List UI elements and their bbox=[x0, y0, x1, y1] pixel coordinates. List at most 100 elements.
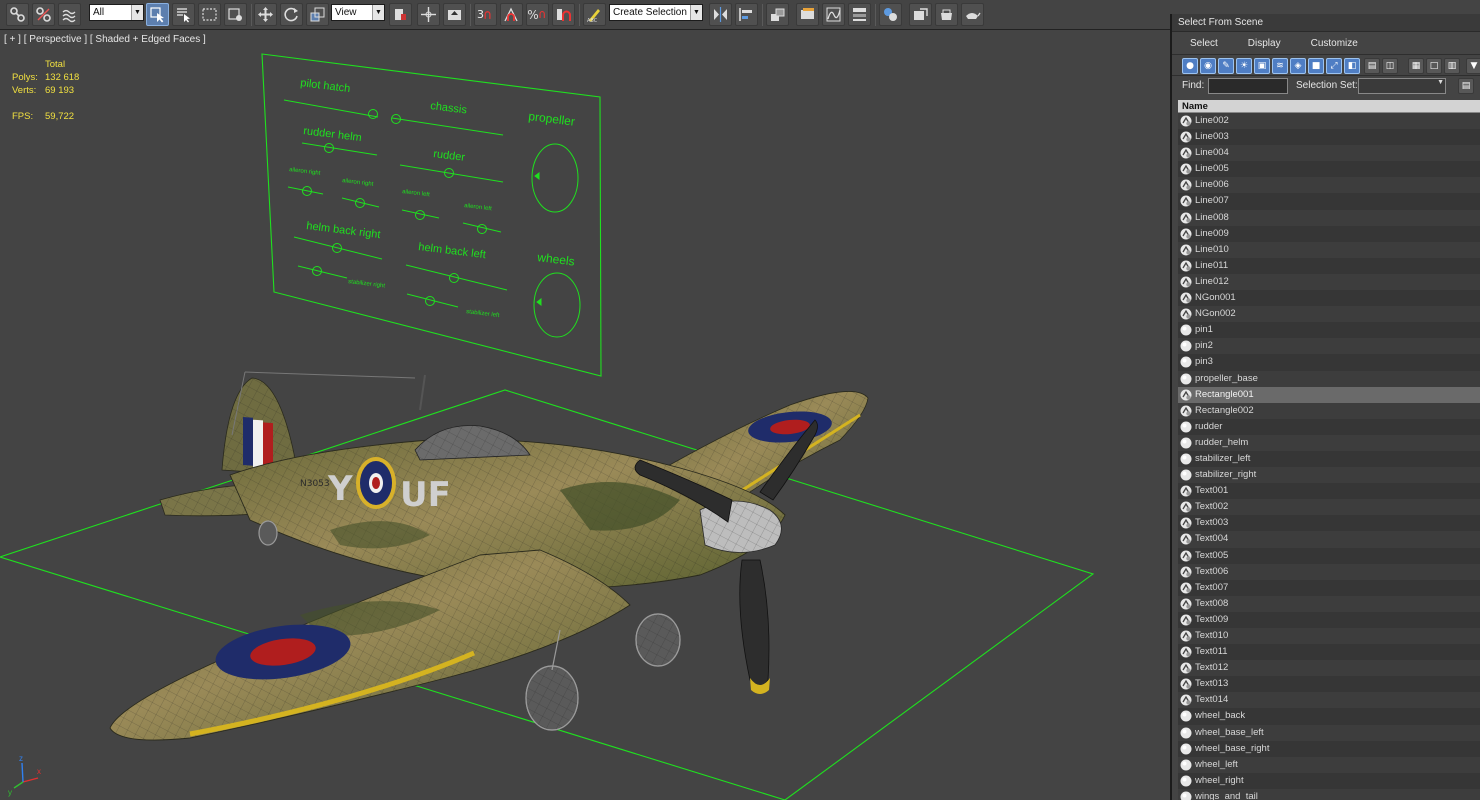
list-item[interactable]: Rectangle001 bbox=[1178, 386, 1480, 403]
list-item[interactable]: rudder bbox=[1178, 418, 1480, 435]
mirror-icon[interactable] bbox=[709, 3, 732, 26]
selection-set-dropdown[interactable]: ▼ bbox=[1358, 78, 1446, 94]
menu-customize[interactable]: Customize bbox=[1295, 38, 1372, 49]
list-item[interactable]: Line009 bbox=[1178, 225, 1480, 242]
list-item[interactable]: wheel_base_right bbox=[1178, 740, 1480, 757]
list-item[interactable]: Text006 bbox=[1178, 563, 1480, 580]
list-item[interactable]: Text013 bbox=[1178, 676, 1480, 693]
list-item[interactable]: Line010 bbox=[1178, 241, 1480, 258]
list-item[interactable]: wheel_left bbox=[1178, 756, 1480, 773]
list-item[interactable]: propeller_base bbox=[1178, 370, 1480, 387]
rectangular-selection-region-icon[interactable] bbox=[198, 3, 221, 26]
select-and-rotate-icon[interactable] bbox=[280, 3, 303, 26]
align-icon[interactable] bbox=[735, 3, 758, 26]
list-item[interactable]: pin3 bbox=[1178, 354, 1480, 371]
list-item[interactable]: Text014 bbox=[1178, 692, 1480, 709]
select-object-icon[interactable] bbox=[146, 3, 169, 26]
list-item[interactable]: Text001 bbox=[1178, 483, 1480, 500]
display-bones-icon[interactable]: ◧ bbox=[1344, 58, 1360, 74]
window-crossing-icon[interactable] bbox=[224, 3, 247, 26]
select-and-move-icon[interactable] bbox=[254, 3, 277, 26]
list-item[interactable]: Line004 bbox=[1178, 145, 1480, 162]
list-item[interactable]: stabilizer_left bbox=[1178, 450, 1480, 468]
edit-named-selection-sets-icon[interactable]: ABC bbox=[583, 3, 606, 26]
select-and-link-icon[interactable] bbox=[6, 3, 29, 26]
list-item[interactable]: NGon001 bbox=[1178, 290, 1480, 307]
list-item[interactable]: wheel_right bbox=[1178, 772, 1480, 789]
display-all-icon[interactable]: ▦ bbox=[1408, 58, 1424, 74]
display-geometry-icon[interactable]: ◉ bbox=[1200, 58, 1216, 74]
list-item[interactable]: Text007 bbox=[1178, 579, 1480, 596]
select-by-name-icon[interactable] bbox=[172, 3, 195, 26]
curve-editor-icon[interactable] bbox=[822, 3, 845, 26]
display-none-icon[interactable]: ● bbox=[1182, 58, 1198, 74]
percent-snap-toggle-icon[interactable]: % bbox=[526, 3, 549, 26]
menu-select[interactable]: Select bbox=[1176, 38, 1232, 49]
select-and-manipulate-icon[interactable] bbox=[417, 3, 440, 26]
list-item[interactable]: rudder_helm bbox=[1178, 434, 1480, 451]
snaps-toggle-icon[interactable]: 3 bbox=[474, 3, 497, 26]
list-item[interactable]: Line012 bbox=[1178, 273, 1480, 291]
display-lights-icon[interactable]: ☀ bbox=[1236, 58, 1252, 74]
find-input[interactable] bbox=[1208, 78, 1288, 94]
display-cameras-icon[interactable]: ▣ bbox=[1254, 58, 1270, 74]
list-item[interactable]: Line005 bbox=[1178, 161, 1480, 178]
list-item[interactable]: pin1 bbox=[1178, 322, 1480, 339]
display-shapes-icon[interactable]: ✎ bbox=[1218, 58, 1234, 74]
list-item[interactable]: Rectangle002 bbox=[1178, 402, 1480, 419]
list-item[interactable]: Text002 bbox=[1178, 499, 1480, 516]
use-pivot-point-center-icon[interactable] bbox=[389, 3, 412, 26]
display-space-warps-icon[interactable]: ◈ bbox=[1290, 58, 1306, 74]
display-none-toggle-icon[interactable]: □ bbox=[1426, 58, 1442, 74]
list-item[interactable]: Text009 bbox=[1178, 611, 1480, 628]
list-item[interactable]: Text012 bbox=[1178, 660, 1480, 677]
select-and-scale-icon[interactable] bbox=[306, 3, 329, 26]
list-item[interactable]: Text011 bbox=[1178, 644, 1480, 661]
keyboard-shortcut-override-icon[interactable] bbox=[443, 3, 466, 26]
display-groups-icon[interactable]: ■ bbox=[1308, 58, 1324, 74]
list-item[interactable]: stabilizer_right bbox=[1178, 467, 1480, 484]
spinner-snap-toggle-icon[interactable] bbox=[552, 3, 575, 26]
invert-display-icon[interactable]: ▥ bbox=[1444, 58, 1460, 74]
list-item[interactable]: Text008 bbox=[1178, 595, 1480, 612]
list-item[interactable]: Text003 bbox=[1178, 515, 1480, 532]
render-setup-icon[interactable] bbox=[909, 3, 932, 26]
list-item[interactable]: NGon002 bbox=[1178, 306, 1480, 323]
display-frozen-icon[interactable]: ◫ bbox=[1382, 58, 1398, 74]
perspective-viewport[interactable]: pilot hatch chassis propeller rudder hel… bbox=[0, 30, 1170, 800]
selection-set-options-icon[interactable]: ▤ bbox=[1458, 78, 1474, 94]
list-item[interactable]: Line007 bbox=[1178, 193, 1480, 210]
list-item[interactable]: wheel_base_left bbox=[1178, 724, 1480, 741]
list-item[interactable]: Line003 bbox=[1178, 129, 1480, 146]
dialog-title[interactable]: Select From Scene bbox=[1172, 14, 1480, 32]
display-helpers-icon[interactable]: ≋ bbox=[1272, 58, 1288, 74]
list-item[interactable]: wheel_back bbox=[1178, 708, 1480, 725]
list-item[interactable]: Line002 bbox=[1178, 113, 1480, 130]
list-item[interactable]: pin2 bbox=[1178, 338, 1480, 355]
display-containers-icon[interactable]: ▤ bbox=[1364, 58, 1380, 74]
list-item[interactable]: wings_and_tail bbox=[1178, 788, 1480, 800]
list-item[interactable]: Line008 bbox=[1178, 209, 1480, 226]
list-item[interactable]: Text010 bbox=[1178, 628, 1480, 645]
angle-snap-toggle-icon[interactable] bbox=[500, 3, 523, 26]
named-selection-sets-dropdown[interactable]: Create Selection Se ▼ bbox=[609, 4, 703, 21]
list-item[interactable]: Text004 bbox=[1178, 531, 1480, 548]
list-item[interactable]: Line011 bbox=[1178, 257, 1480, 274]
toggle-scene-explorer-icon[interactable] bbox=[766, 3, 789, 26]
bind-to-space-warp-icon[interactable] bbox=[58, 3, 81, 26]
rendered-frame-window-icon[interactable] bbox=[935, 3, 958, 26]
scene-object-list[interactable]: Name Line002 Line003 Line004 Line005 Line006… bbox=[1178, 100, 1480, 800]
unlink-selection-icon[interactable] bbox=[32, 3, 55, 26]
toggle-layer-explorer-icon[interactable] bbox=[796, 3, 819, 26]
list-item[interactable]: Text005 bbox=[1178, 547, 1480, 564]
render-production-icon[interactable] bbox=[961, 3, 984, 26]
list-item[interactable]: Line006 bbox=[1178, 177, 1480, 194]
viewport-label-menu[interactable]: [ + ] [ Perspective ] [ Shaded + Edged F… bbox=[4, 34, 206, 45]
display-xrefs-icon[interactable]: ⤢ bbox=[1326, 58, 1342, 74]
reference-coordinate-dropdown[interactable]: View ▼ bbox=[331, 4, 385, 21]
column-header-name[interactable]: Name bbox=[1178, 100, 1480, 113]
selection-filter-dropdown[interactable]: All ▼ bbox=[89, 4, 144, 21]
material-editor-icon[interactable] bbox=[879, 3, 902, 26]
filter-funnel-icon[interactable]: ▼ bbox=[1466, 58, 1480, 74]
menu-display[interactable]: Display bbox=[1232, 38, 1295, 49]
